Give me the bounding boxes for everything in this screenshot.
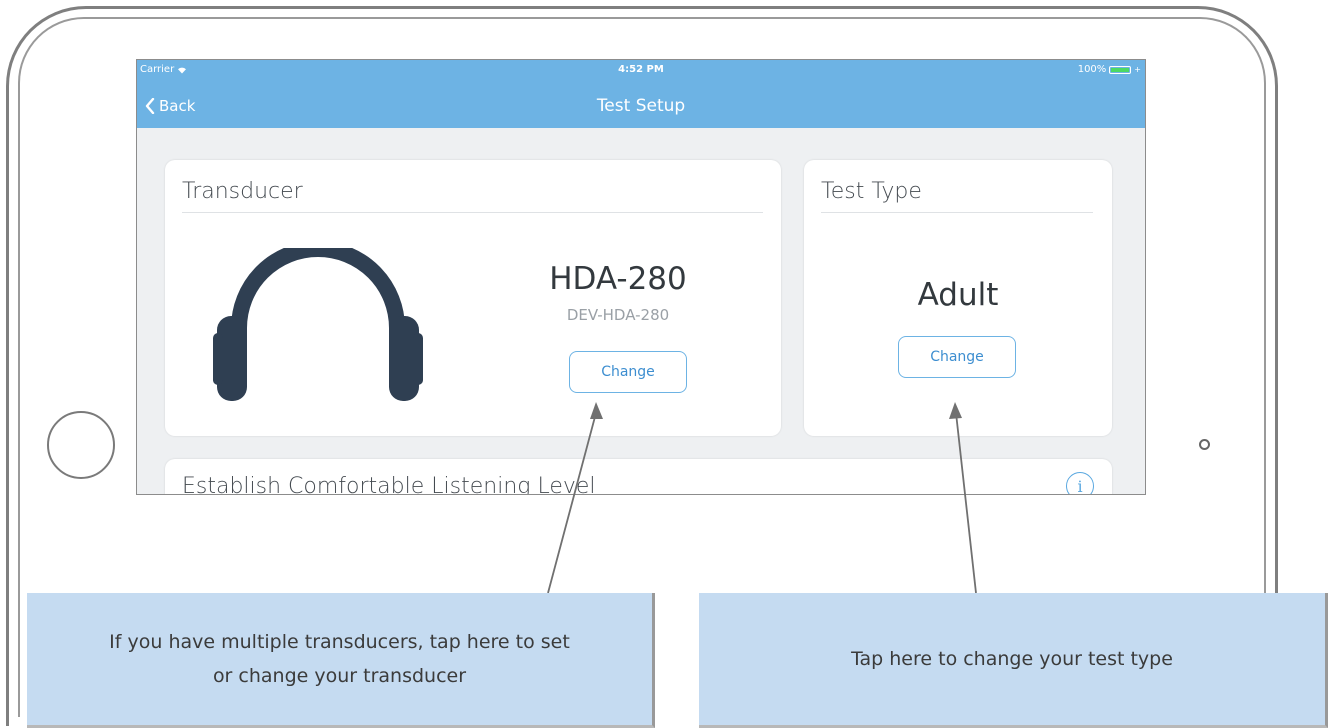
divider [821, 212, 1093, 213]
charging-icon: + [1134, 65, 1141, 74]
home-button[interactable] [47, 411, 115, 479]
test-type-card-title: Test Type [821, 179, 922, 204]
transducer-card-title: Transducer [182, 179, 303, 204]
transducer-model: HDA-280 [549, 261, 687, 297]
listening-level-card[interactable]: Establish Comfortable Listening Level i [165, 459, 1112, 495]
listening-level-title: Establish Comfortable Listening Level [182, 474, 596, 495]
transducer-serial: DEV-HDA-280 [566, 306, 670, 324]
device-screen: Carrier 4:52 PM 100% + Back Test Setup T… [136, 59, 1146, 495]
page-title: Test Setup [596, 96, 686, 116]
status-time: 4:52 PM [618, 64, 664, 75]
change-transducer-button[interactable]: Change [569, 351, 687, 393]
info-icon[interactable]: i [1066, 472, 1094, 494]
transducer-callout: If you have multiple transducers, tap he… [27, 593, 655, 728]
battery-icon [1109, 66, 1132, 74]
battery-indicator: 100% + [1078, 63, 1141, 77]
status-bar: Carrier 4:52 PM 100% + [137, 63, 1145, 77]
change-test-type-button[interactable]: Change [898, 336, 1016, 378]
battery-percent: 100% [1077, 64, 1107, 75]
headphones-icon [213, 248, 423, 401]
divider [182, 212, 763, 213]
test-type-callout: Tap here to change your test type [699, 593, 1328, 728]
transducer-card: Transducer HDA-280 DEV-HDA-280 Change [165, 160, 781, 436]
test-type-card: Test Type Adult Change [804, 160, 1112, 436]
test-type-value: Adult [917, 277, 999, 313]
camera-icon [1199, 439, 1210, 450]
navigation-bar: Carrier 4:52 PM 100% + Back Test Setup [137, 60, 1145, 128]
